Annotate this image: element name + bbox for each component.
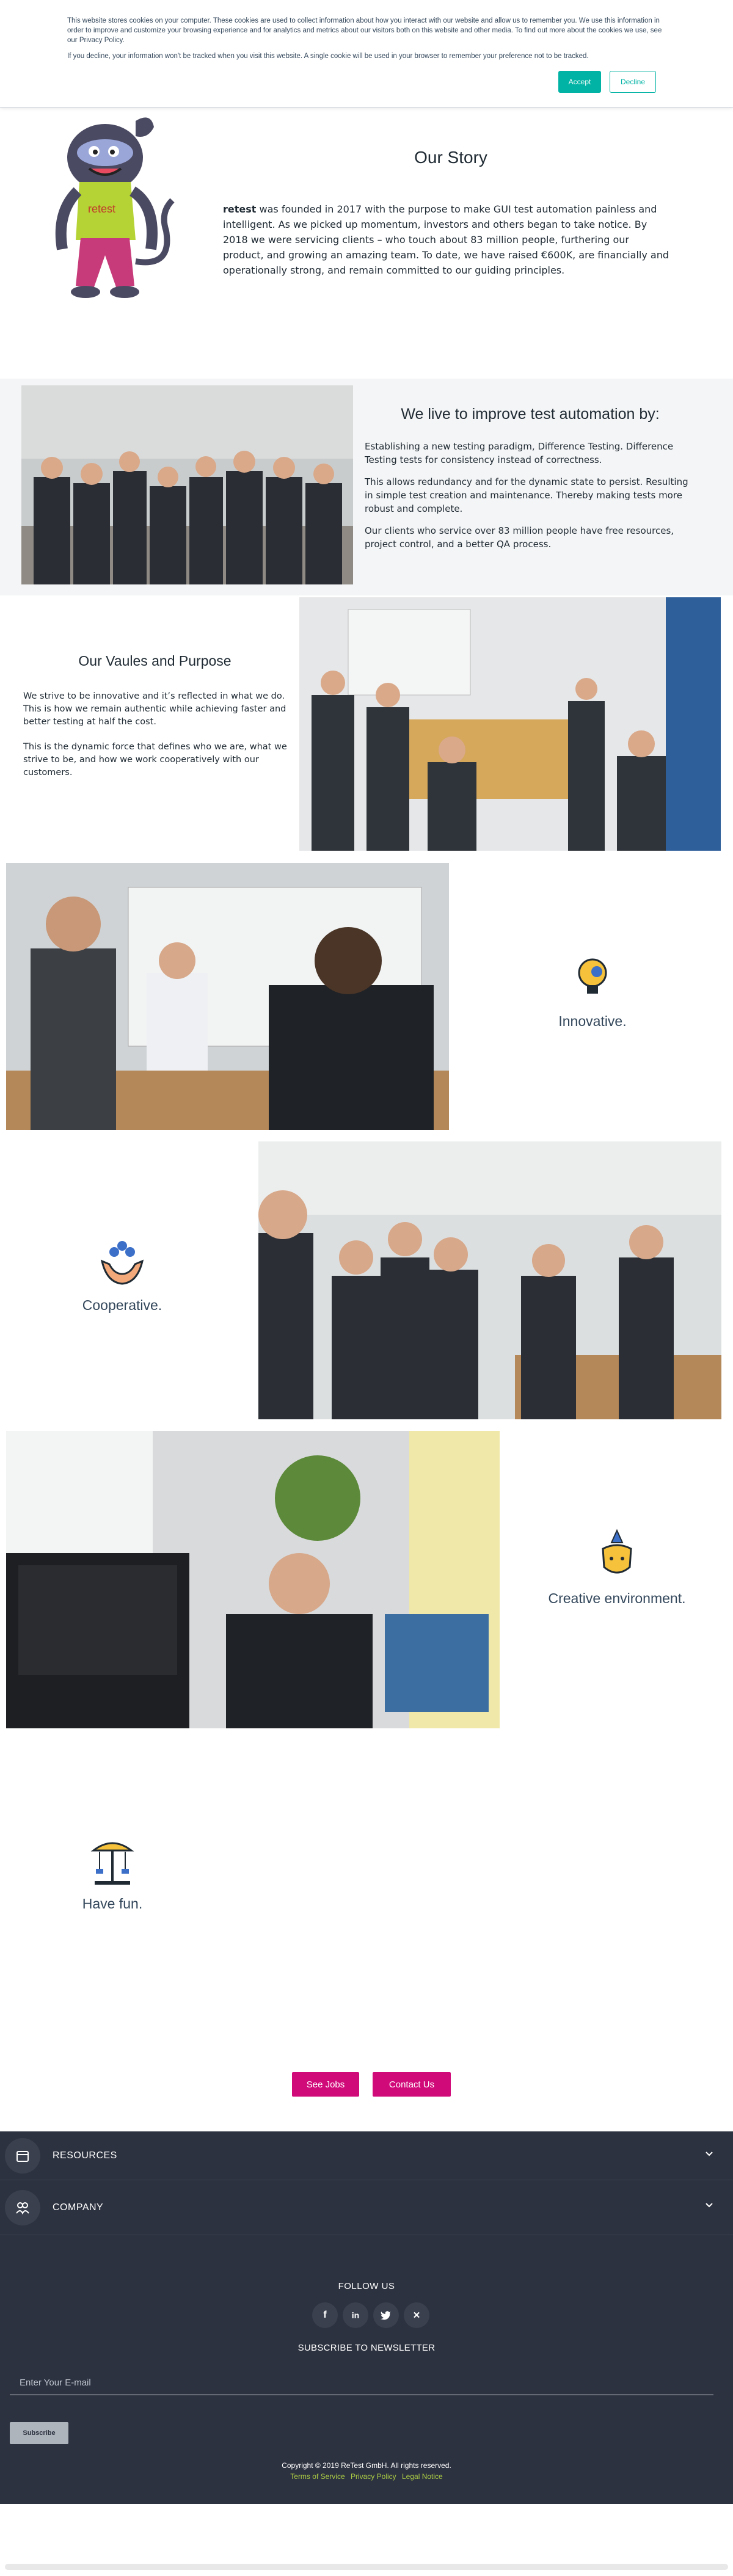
innovative-label: Innovative.: [558, 1013, 627, 1029]
decline-button[interactable]: Decline: [610, 71, 656, 93]
contact-us-button[interactable]: Contact Us: [373, 2072, 451, 2097]
cooperative-label: Cooperative.: [82, 1297, 162, 1313]
improve-title: We live to improve test automation by:: [401, 406, 660, 423]
resources-accordion[interactable]: RESOURCES: [0, 2131, 733, 2180]
brand-name: retest: [223, 203, 257, 215]
fun-label: Have fun.: [82, 1896, 143, 1912]
cookie-text: This website stores cookies on your comp…: [67, 17, 662, 44]
cookie-banner: This website stores cookies on your comp…: [0, 0, 733, 107]
lightbulb-icon: [578, 958, 607, 994]
our-story-body: was founded in 2017 with the purpose to …: [223, 203, 669, 276]
social-links: f in ✕: [312, 2302, 429, 2328]
chevron-down-icon[interactable]: [704, 2200, 715, 2211]
rocket-head-icon: [602, 1529, 632, 1574]
calendar-icon: [16, 2150, 29, 2162]
team-standing-photo: [258, 1141, 721, 1419]
discussion-photo: [6, 863, 449, 1130]
company-accordion[interactable]: COMPANY: [0, 2180, 733, 2235]
carousel-icon: [90, 1842, 134, 1885]
feature-innovative: Innovative.: [531, 950, 654, 1030]
subscribe-button[interactable]: Subscribe: [10, 2422, 68, 2444]
values-title: Our Vaules and Purpose: [78, 653, 232, 669]
twitter-icon[interactable]: [373, 2302, 399, 2328]
terms-link[interactable]: Terms of Service: [290, 2472, 345, 2481]
team-hands-icon: [100, 1241, 144, 1285]
resources-circle: [5, 2138, 40, 2174]
resources-label: RESOURCES: [53, 2150, 117, 2161]
cookie-decline-text: If you decline, your information won't b…: [67, 53, 589, 60]
feature-creative: Creative environment.: [538, 1527, 696, 1607]
feature-cooperative: Cooperative.: [61, 1234, 183, 1314]
meeting-photo: [299, 597, 721, 851]
company-circle: [5, 2189, 40, 2225]
our-story-text: retest was founded in 2017 with the purp…: [223, 202, 669, 278]
values-paragraph-1: We strive to be innovative and it’s refl…: [23, 691, 286, 727]
cookie-buttons: Accept Decline: [558, 71, 656, 93]
company-label: COMPANY: [53, 2202, 104, 2213]
creative-label: Creative environment.: [548, 1590, 686, 1606]
subscribe-title: SUBSCRIBE TO NEWSLETTER: [297, 2343, 436, 2353]
values-text: We strive to be innovative and it’s refl…: [23, 690, 292, 791]
copyright: Copyright © 2019 ReTest GmbH. All rights…: [282, 2461, 451, 2470]
linkedin-icon[interactable]: in: [343, 2302, 368, 2328]
improve-text: Establishing a new testing paradigm, Dif…: [365, 440, 696, 559]
chevron-down-icon[interactable]: [704, 2148, 715, 2159]
feature-fun: Have fun.: [51, 1832, 173, 1912]
values-paragraph-2: This is the dynamic force that defines w…: [23, 742, 287, 777]
improve-paragraph-1: Establishing a new testing paradigm, Dif…: [365, 441, 674, 465]
mascot-illustration: retest: [44, 109, 182, 310]
office-photo: [6, 1431, 500, 1728]
facebook-icon[interactable]: f: [312, 2302, 338, 2328]
people-icon: [16, 2202, 29, 2214]
improve-paragraph-3: Our clients who service over 83 million …: [365, 525, 674, 550]
accept-button[interactable]: Accept: [558, 71, 601, 93]
team-photo: [21, 385, 353, 584]
see-jobs-button[interactable]: See Jobs: [292, 2072, 359, 2097]
legal-notice-link[interactable]: Legal Notice: [402, 2472, 443, 2481]
our-story-title: Our Story: [414, 148, 487, 167]
xing-icon[interactable]: ✕: [404, 2302, 429, 2328]
svg-text:retest: retest: [88, 203, 115, 215]
legal-links: Terms of Service Privacy Policy Legal No…: [0, 2472, 733, 2481]
horizontal-scrollbar[interactable]: [5, 2564, 728, 2570]
email-field[interactable]: [10, 2371, 713, 2395]
follow-us-title: FOLLOW US: [338, 2281, 395, 2291]
footer: RESOURCES COMPANY FOLLOW US f in ✕ SUBSC…: [0, 2131, 733, 2504]
improve-paragraph-2: This allows redundancy and for the dynam…: [365, 476, 688, 514]
privacy-link[interactable]: Privacy Policy: [351, 2472, 396, 2481]
